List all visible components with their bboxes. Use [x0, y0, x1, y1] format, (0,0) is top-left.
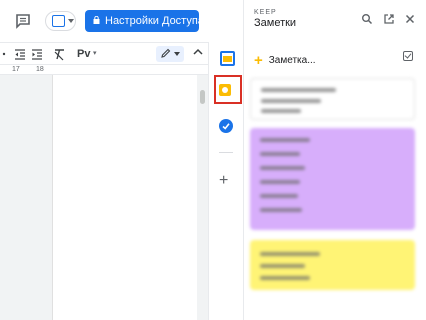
- chevron-down-icon[interactable]: ▾: [93, 47, 97, 61]
- access-settings-button[interactable]: Настройки Доступа: [85, 10, 199, 32]
- increase-indent-icon[interactable]: [31, 47, 43, 61]
- share-upload-icon: [52, 15, 65, 27]
- note-card[interactable]: [250, 240, 415, 290]
- top-toolbar: Настройки Доступа: [0, 0, 243, 42]
- chevron-down-icon: [174, 52, 180, 56]
- new-note-placeholder: Заметка...: [268, 55, 316, 66]
- new-list-icon[interactable]: [403, 51, 413, 61]
- app-root: Настройки Доступа Pv ▾ 17 18 + KEEP Заме…: [0, 0, 426, 320]
- open-new-icon[interactable]: [383, 13, 395, 25]
- share-dropdown[interactable]: [45, 11, 76, 31]
- document-area: [0, 75, 208, 320]
- panel-title: Заметки: [254, 17, 297, 29]
- document-page[interactable]: [52, 75, 197, 320]
- ruler: 17 18: [0, 64, 208, 75]
- tasks-icon[interactable]: [219, 119, 233, 133]
- lock-icon: [93, 16, 100, 24]
- add-note-icon: +: [254, 52, 263, 69]
- calendar-icon[interactable]: [220, 51, 235, 66]
- spellcheck-button[interactable]: Pv: [77, 47, 90, 61]
- note-card[interactable]: [250, 128, 415, 230]
- new-note-input[interactable]: + Заметка...: [254, 50, 316, 69]
- panel-app-label: KEEP: [254, 9, 277, 16]
- chevron-down-icon: [68, 19, 74, 23]
- comment-icon[interactable]: [14, 12, 32, 30]
- decrease-indent-icon[interactable]: [14, 47, 26, 61]
- format-toolbar: Pv ▾: [0, 42, 208, 64]
- search-icon[interactable]: [361, 13, 373, 25]
- strip-divider: [219, 152, 233, 153]
- note-card[interactable]: [250, 78, 415, 120]
- close-icon[interactable]: [404, 13, 416, 25]
- pencil-icon: [161, 48, 171, 58]
- ruler-tick: 17: [12, 66, 20, 73]
- scrollbar[interactable]: [200, 90, 205, 104]
- editing-mode-button[interactable]: [156, 46, 184, 62]
- add-icon[interactable]: +: [219, 173, 228, 189]
- chevron-up-icon[interactable]: [192, 46, 204, 58]
- clear-formatting-icon[interactable]: [53, 47, 65, 61]
- more-options-icon[interactable]: [2, 47, 10, 61]
- access-settings-label: Настройки Доступа: [105, 15, 199, 27]
- keep-icon[interactable]: [219, 84, 231, 96]
- ruler-tick: 18: [36, 66, 44, 73]
